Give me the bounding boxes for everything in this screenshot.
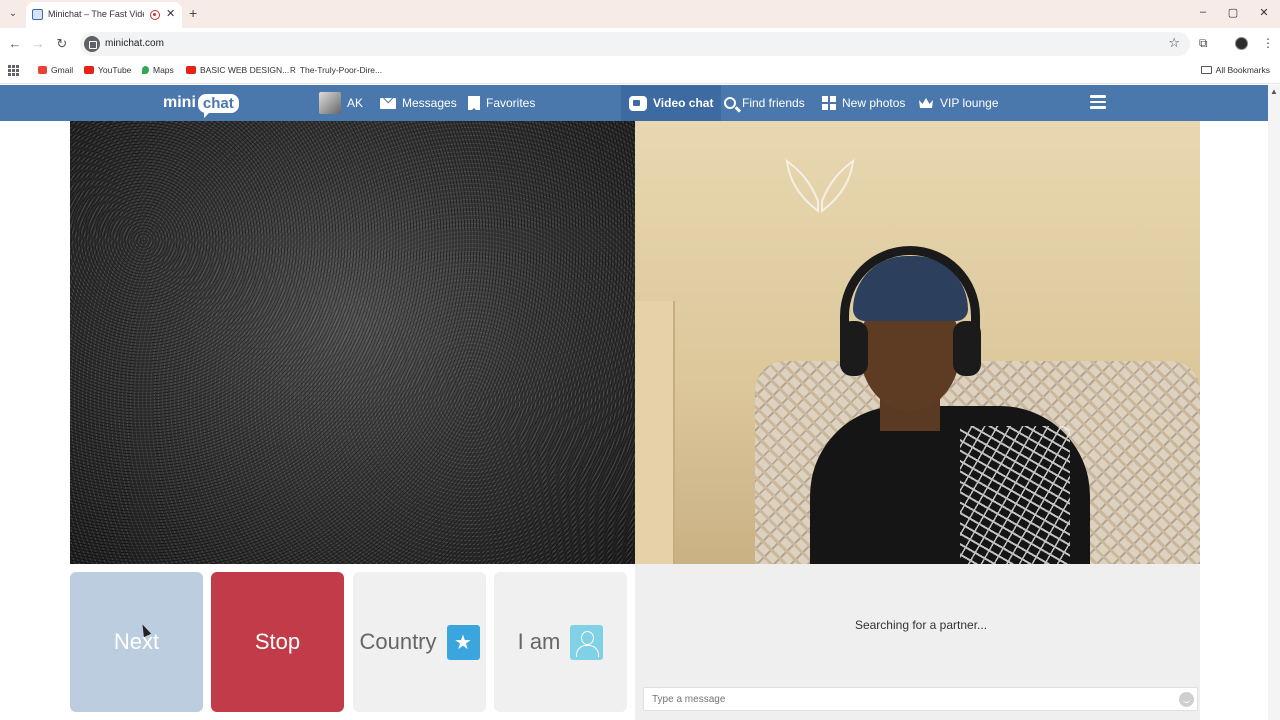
site-info-icon[interactable] [84, 36, 100, 52]
reload-icon[interactable]: ↻ [54, 36, 70, 52]
search-icon [724, 97, 736, 109]
bookmark-truly-poor[interactable]: R The-Truly-Poor-Dire... [290, 65, 382, 75]
favicon-icon [32, 9, 43, 20]
maps-icon [142, 66, 149, 74]
r-icon: R [290, 65, 296, 75]
browser-tab-bar: ⌄ Minichat – The Fast Video C ✕ + – ▢ ✕ [0, 0, 1280, 28]
own-camera-video [70, 121, 635, 564]
background-door [635, 301, 675, 564]
tab-search-icon[interactable]: ⌄ [6, 7, 20, 21]
stop-button[interactable]: Stop [211, 572, 344, 712]
bookmark-basic-web-design[interactable]: BASIC WEB DESIGN... [186, 65, 289, 75]
url-text: minichat.com [105, 38, 164, 49]
extensions-icon[interactable]: ⧉ [1199, 36, 1208, 51]
page-scrollbar[interactable]: ▲ [1268, 85, 1280, 720]
bookmark-gmail[interactable]: Gmail [38, 65, 73, 75]
browser-menu-icon[interactable]: ⋮ [1262, 36, 1274, 50]
nav-favorites[interactable]: Favorites [468, 85, 535, 121]
message-input[interactable] [643, 687, 1198, 711]
nav-find-friends[interactable]: Find friends [724, 85, 805, 121]
wings-wall-decor [785, 158, 855, 214]
restore-icon[interactable]: ▢ [1226, 6, 1240, 19]
nav-profile[interactable]: AK [319, 85, 363, 121]
tab-close-icon[interactable]: ✕ [166, 7, 175, 20]
browser-toolbar: ← → ↻ minichat.com ☆ ⧉ ⋮ [0, 28, 1280, 60]
photos-icon [822, 96, 836, 110]
camera-icon [629, 95, 647, 111]
nav-messages[interactable]: Messages [380, 85, 457, 121]
gender-select-button[interactable]: I am [494, 572, 627, 712]
next-button[interactable]: Next [70, 572, 203, 712]
forward-icon[interactable]: → [30, 36, 46, 51]
all-bookmarks[interactable]: All Bookmarks [1200, 65, 1270, 75]
person-icon [570, 624, 604, 660]
bookmark-maps[interactable]: Maps [142, 65, 174, 75]
nav-vip-lounge[interactable]: VIP lounge [918, 85, 999, 121]
close-window-icon[interactable]: ✕ [1257, 6, 1271, 19]
browser-tab[interactable]: Minichat – The Fast Video C ✕ [26, 2, 182, 28]
back-icon[interactable]: ← [7, 36, 23, 51]
minimize-icon[interactable]: – [1196, 6, 1210, 18]
person-shirt [810, 406, 1090, 564]
crown-icon [919, 97, 933, 108]
menu-icon[interactable] [1090, 95, 1106, 109]
bookmarks-bar: Gmail YouTube Maps BASIC WEB DESIGN... R… [0, 60, 1280, 84]
new-tab-icon[interactable]: + [189, 5, 197, 21]
recording-icon [150, 10, 160, 20]
youtube-icon [84, 66, 94, 74]
apps-icon[interactable] [8, 65, 19, 76]
user-avatar [319, 92, 341, 114]
search-status: Searching for a partner... [854, 618, 988, 632]
star-icon: ★ [446, 624, 480, 660]
profile-avatar[interactable] [1235, 37, 1248, 50]
scroll-up-icon[interactable]: ▲ [1270, 87, 1278, 96]
site-header: mini chat AK Messages Favorites Video ch… [0, 85, 1268, 121]
nav-new-photos[interactable]: New photos [822, 85, 905, 121]
bookmark-youtube[interactable]: YouTube [84, 65, 131, 75]
minichat-logo[interactable]: mini chat [163, 90, 239, 118]
chat-panel: Searching for a partner... [635, 564, 1200, 720]
youtube-icon [186, 66, 196, 74]
address-bar[interactable]: minichat.com ☆ [80, 32, 1190, 56]
bookmark-icon [468, 96, 480, 111]
partner-video [635, 121, 1200, 564]
headphone-right-cup [953, 321, 981, 376]
gmail-icon [38, 66, 47, 74]
emoji-icon[interactable] [1179, 692, 1194, 707]
bookmark-star-icon[interactable]: ☆ [1168, 35, 1180, 51]
nav-video-chat[interactable]: Video chat [621, 85, 722, 121]
user-name: AK [347, 96, 364, 110]
headphone-left-cup [840, 321, 868, 376]
envelope-icon [380, 97, 396, 109]
video-static-noise [70, 121, 635, 564]
tab-title: Minichat – The Fast Video C [48, 9, 144, 19]
folder-icon [1200, 66, 1212, 74]
country-filter-button[interactable]: Country ★ [353, 572, 486, 712]
